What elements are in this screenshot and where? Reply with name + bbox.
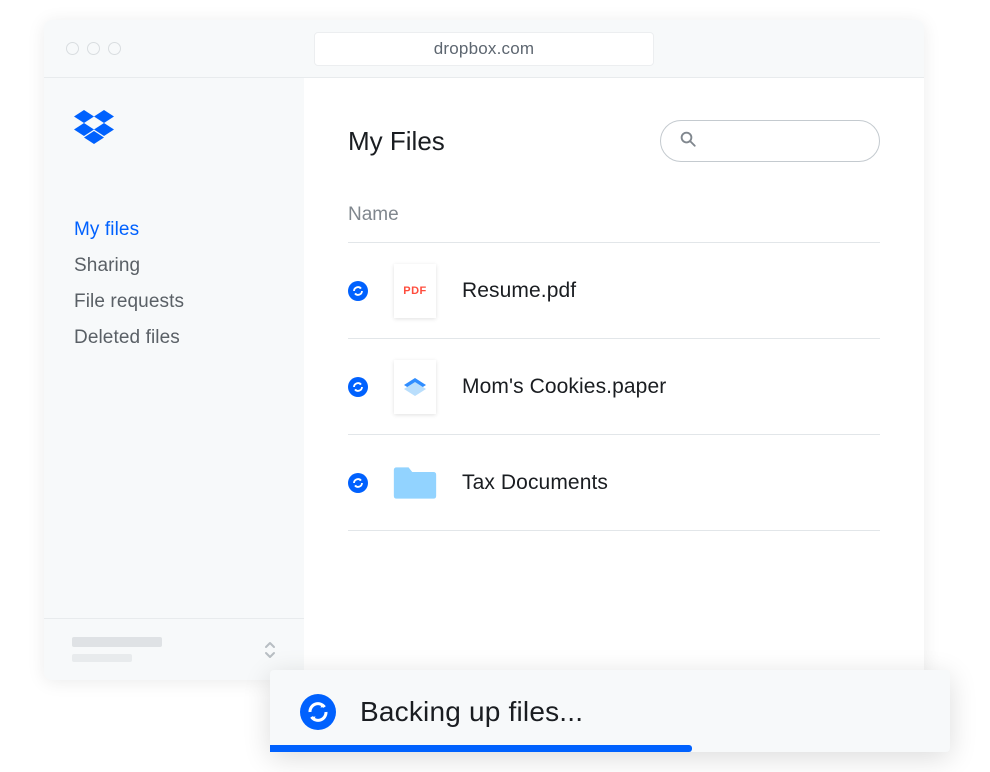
sidebar-item-label: Sharing (74, 255, 140, 276)
account-email-placeholder (72, 654, 132, 662)
app-body: My files Sharing File requests Deleted f… (44, 78, 924, 680)
traffic-light-close[interactable] (66, 42, 79, 55)
file-name: Tax Documents (462, 471, 608, 495)
sidebar-item-deleted-files[interactable]: Deleted files (74, 327, 274, 349)
sync-icon (300, 694, 336, 730)
account-updown-icon[interactable] (264, 641, 276, 659)
progress-bar (270, 745, 692, 752)
toast-message: Backing up files... (360, 696, 583, 728)
sidebar-item-my-files[interactable]: My files (74, 219, 274, 241)
file-name: Mom's Cookies.paper (462, 375, 666, 399)
file-name: Resume.pdf (462, 279, 576, 303)
browser-window: dropbox.com My files Sharing File (44, 20, 924, 680)
page-title: My Files (348, 126, 445, 157)
url-text: dropbox.com (434, 39, 534, 59)
sidebar-item-label: File requests (74, 291, 184, 312)
main-header: My Files (348, 120, 880, 162)
sidebar-item-sharing[interactable]: Sharing (74, 255, 274, 277)
file-row[interactable]: Mom's Cookies.paper (348, 339, 880, 435)
traffic-light-zoom[interactable] (108, 42, 121, 55)
folder-icon (392, 455, 438, 511)
account-switcher[interactable] (72, 637, 264, 662)
column-header-name[interactable]: Name (348, 204, 880, 243)
file-type-icon: PDF (392, 263, 438, 319)
browser-chrome: dropbox.com (44, 20, 924, 78)
sidebar: My files Sharing File requests Deleted f… (44, 78, 304, 680)
sidebar-item-label: My files (74, 219, 139, 240)
progress-track (270, 745, 950, 752)
sidebar-item-file-requests[interactable]: File requests (74, 291, 274, 313)
search-input[interactable] (660, 120, 880, 162)
traffic-light-minimize[interactable] (87, 42, 100, 55)
traffic-lights (66, 42, 121, 55)
sidebar-nav: My files Sharing File requests Deleted f… (74, 219, 274, 349)
sync-icon (348, 377, 368, 397)
account-name-placeholder (72, 637, 162, 647)
sync-icon (348, 281, 368, 301)
file-row[interactable]: Tax Documents (348, 435, 880, 531)
file-type-icon (392, 359, 438, 415)
pdf-icon: PDF (394, 264, 436, 318)
backup-status-toast: Backing up files... (270, 670, 950, 752)
search-icon (679, 130, 697, 153)
file-row[interactable]: PDF Resume.pdf (348, 243, 880, 339)
toast-content: Backing up files... (300, 694, 920, 730)
dropbox-logo-icon[interactable] (74, 110, 274, 149)
url-bar[interactable]: dropbox.com (314, 32, 654, 66)
main-content: My Files Name PDF Resume.pdf (304, 78, 924, 680)
sync-icon (348, 473, 368, 493)
pdf-label: PDF (403, 285, 427, 297)
paper-icon (394, 360, 436, 414)
sidebar-item-label: Deleted files (74, 327, 180, 348)
sidebar-footer (44, 618, 304, 680)
